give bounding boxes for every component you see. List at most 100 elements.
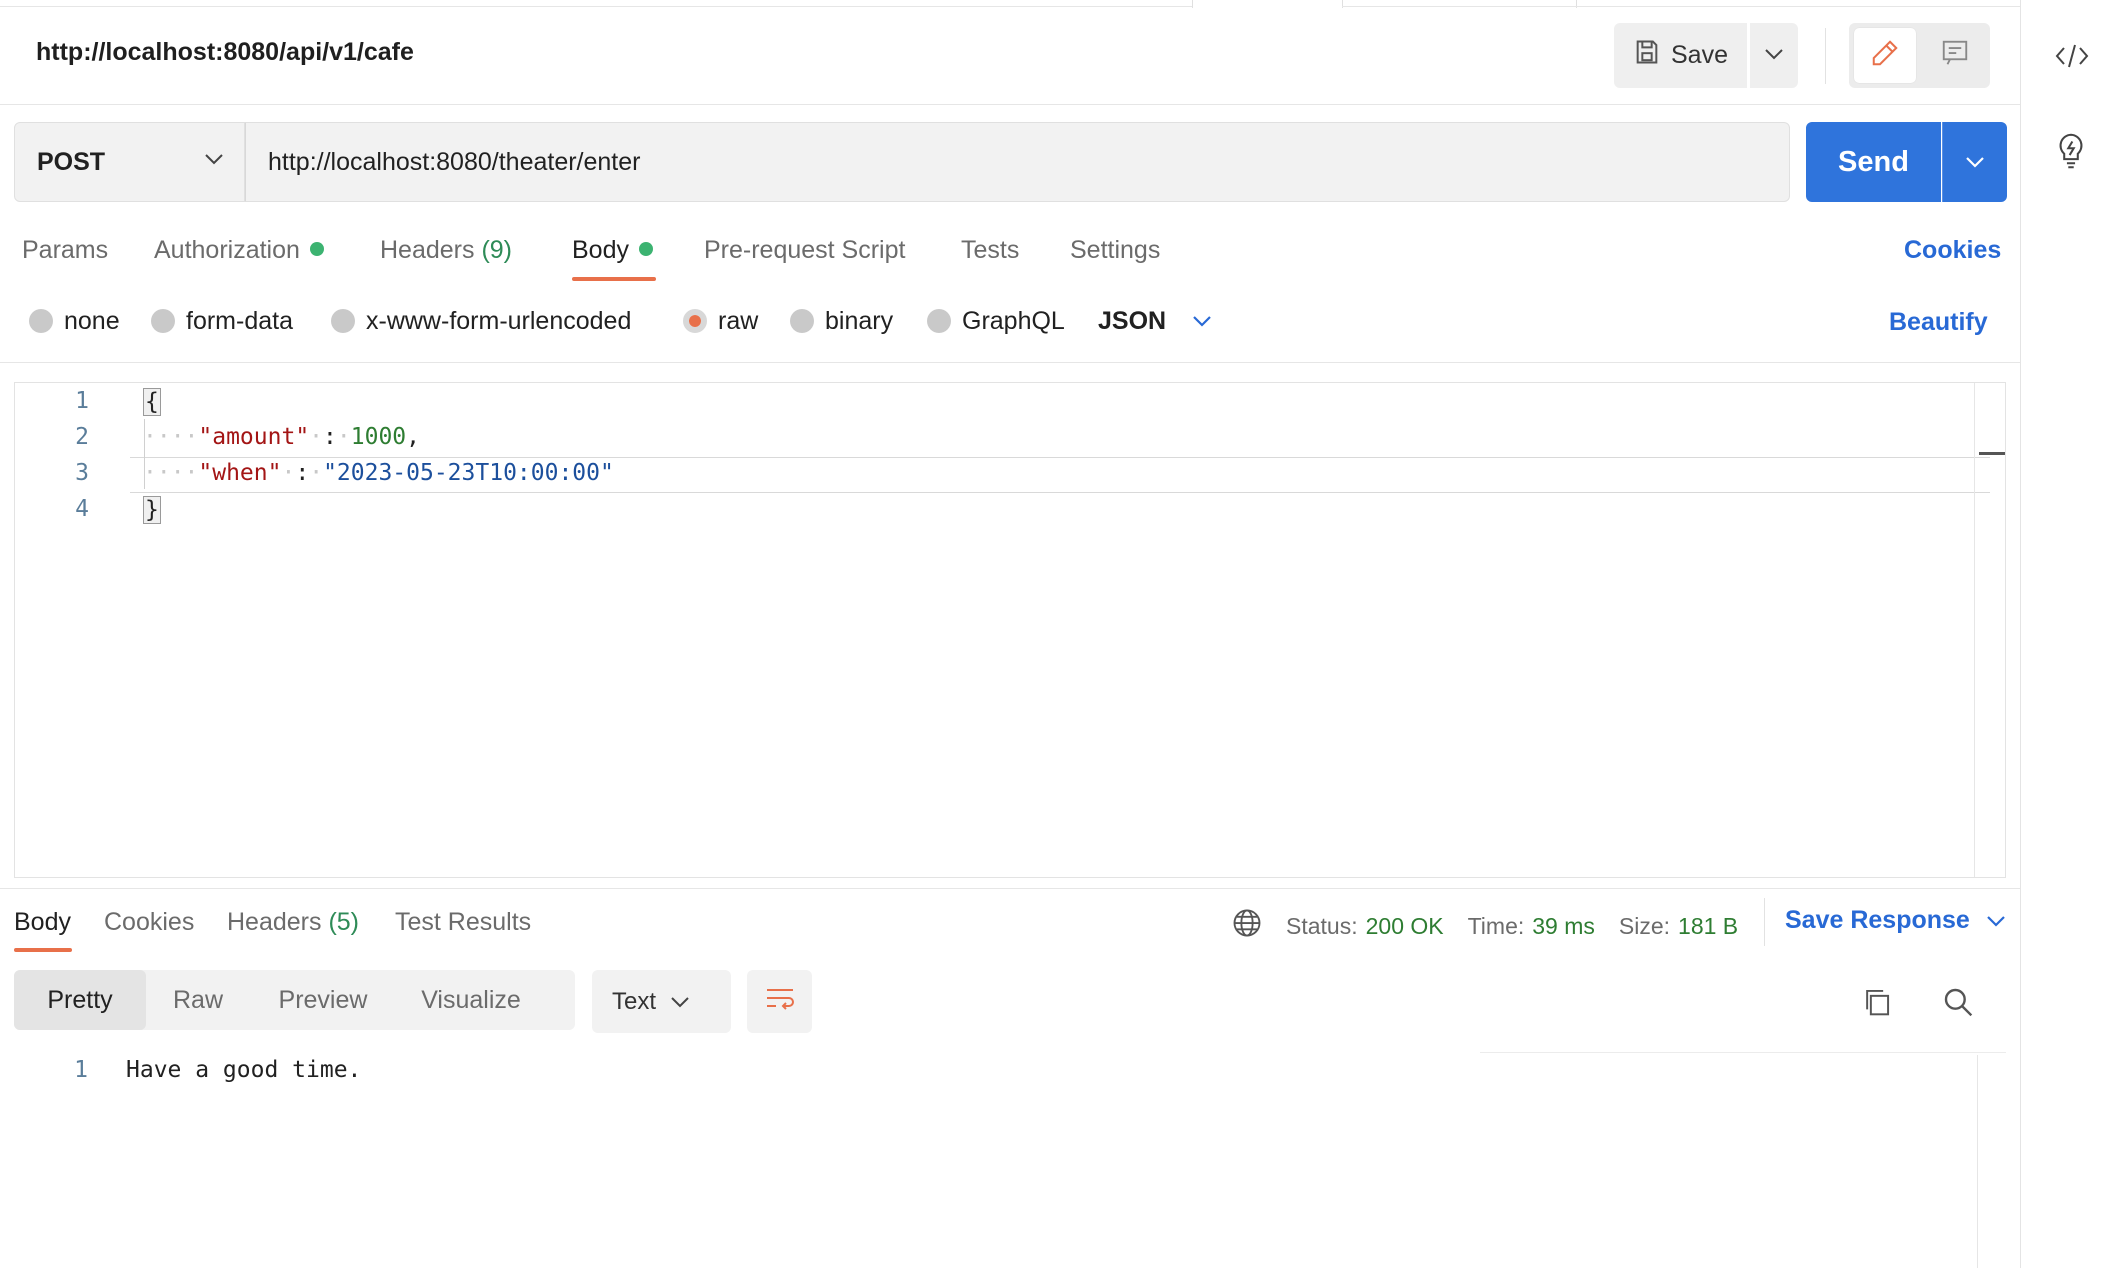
json-value-amount: 1000 [350,424,407,450]
indent-whitespace: ···· [143,460,199,486]
wrap-lines-icon [764,985,796,1018]
response-headers-count: (5) [328,908,360,936]
line-number: 3 [75,460,89,486]
tab-prerequest-script[interactable]: Pre-request Script [704,236,905,265]
language-label: JSON [1098,306,1167,335]
radio-circle [29,309,53,333]
status-label: Status: [1286,912,1358,939]
save-response-button[interactable]: Save Response [1785,906,2006,935]
request-title[interactable]: http://localhost:8080/api/v1/cafe [36,38,414,67]
radio-binary-label: binary [825,306,894,335]
radio-raw[interactable]: raw [683,306,759,335]
response-text: Have a good time. [126,1057,362,1083]
radio-graphql[interactable]: GraphQL [927,306,1065,335]
body-active-dot [638,242,653,256]
view-visualize[interactable]: Visualize [396,970,546,1030]
comment-icon [1940,39,1970,72]
chevron-down-icon [671,996,689,1007]
response-tab-headers[interactable]: Headers (5) [227,908,359,937]
size-label: Size: [1618,912,1671,939]
radio-urlencoded[interactable]: x-www-form-urlencoded [331,307,631,335]
indent-whitespace: ···· [143,424,199,450]
json-colon: : [323,424,337,450]
beautify-link[interactable]: Beautify [1889,308,1988,337]
scrollbar-cursor-marker [1979,452,2005,455]
response-body-viewer[interactable]: 1 Have a good time. [0,1055,2020,1268]
json-key-amount: "amount" [198,424,310,450]
radio-graphql-label: GraphQL [962,306,1065,335]
response-tab-headers-label: Headers [227,908,322,936]
request-body-editor[interactable]: 1 2 3 4 { ····"amount"·:·1000, ····"when… [14,382,2006,878]
url-input[interactable]: http://localhost:8080/theater/enter [245,122,1790,202]
json-comma: , [406,424,420,450]
lightbulb-icon[interactable] [2054,132,2088,175]
tab-params[interactable]: Params [22,236,108,265]
chevron-down-icon [205,154,223,165]
cookies-link[interactable]: Cookies [1904,236,2001,265]
send-button[interactable]: Send [1806,122,1941,202]
comment-mode-button[interactable] [1926,28,1984,83]
response-tab-cookies[interactable]: Cookies [104,908,194,937]
chevron-down-icon [1193,316,1211,327]
json-key-when: "when" [198,460,282,486]
tab-body-label: Body [572,236,629,264]
json-value-when: "2023-05-23T10:00:00" [323,460,614,486]
view-raw[interactable]: Raw [146,970,250,1030]
save-button[interactable]: Save [1614,23,1747,88]
tab-authorization-label: Authorization [154,236,300,264]
send-options-button[interactable] [1942,122,2007,202]
tab-authorization[interactable]: Authorization [154,236,324,265]
response-tab-body-underline [14,948,72,952]
right-sidebar [2020,0,2118,1268]
top-tab-strip [0,0,2020,8]
format-label: Text [612,987,657,1015]
view-preview[interactable]: Preview [250,970,396,1030]
radio-circle-selected [683,309,707,333]
code-line-2: ····"amount"·:·1000, [143,424,420,450]
tab-settings[interactable]: Settings [1070,236,1160,265]
time-label: Time: [1467,912,1525,939]
method-select[interactable]: POST [14,122,245,202]
code-icon[interactable] [2054,42,2090,75]
tab-headers[interactable]: Headers (9) [380,236,512,265]
response-format-select[interactable]: Text [592,970,731,1033]
copy-icon[interactable] [1862,986,1892,1023]
time-value[interactable]: 39 ms [1532,913,1595,940]
language-select[interactable]: JSON [1098,306,1212,335]
radio-binary[interactable]: binary [790,306,894,335]
radio-none[interactable]: none [29,307,120,335]
view-pretty[interactable]: Pretty [14,970,146,1030]
chevron-down-icon [1764,47,1784,65]
size-value[interactable]: 181 B [1678,913,1738,940]
editor-scrollbar[interactable] [1974,383,2005,877]
tab-body[interactable]: Body [572,236,653,265]
view-mode-toggle [1849,23,1990,88]
radio-form-data-label: form-data [186,306,293,335]
code-line-4: } [143,496,161,524]
save-label: Save [1671,41,1728,69]
response-tab-test-results[interactable]: Test Results [395,908,531,937]
search-icon[interactable] [1942,986,1974,1023]
save-group: Save [1614,23,1798,88]
radio-raw-label: raw [718,306,759,335]
tab-tests[interactable]: Tests [961,236,1019,265]
response-toolbar-separator [1480,1052,2006,1053]
status-value[interactable]: 200 OK [1366,913,1444,940]
globe-icon[interactable] [1232,908,1262,944]
response-separator [0,888,2020,889]
response-tab-body[interactable]: Body [14,908,71,937]
wrap-lines-button[interactable] [747,970,812,1033]
method-label: POST [37,147,106,176]
open-brace: { [143,388,161,416]
edit-mode-button[interactable] [1854,28,1916,83]
radio-circle [151,309,175,333]
radio-circle [331,309,355,333]
save-response-label: Save Response [1785,906,1970,934]
response-status-bar: Status: 200 OK Time: 39 ms Size: 181 B [1232,908,1738,944]
close-brace: } [143,496,161,524]
line-number: 2 [75,424,89,450]
save-options-button[interactable] [1750,23,1798,88]
json-colon: : [295,460,310,486]
radio-form-data[interactable]: form-data [151,306,293,335]
line-number: 1 [75,388,89,414]
